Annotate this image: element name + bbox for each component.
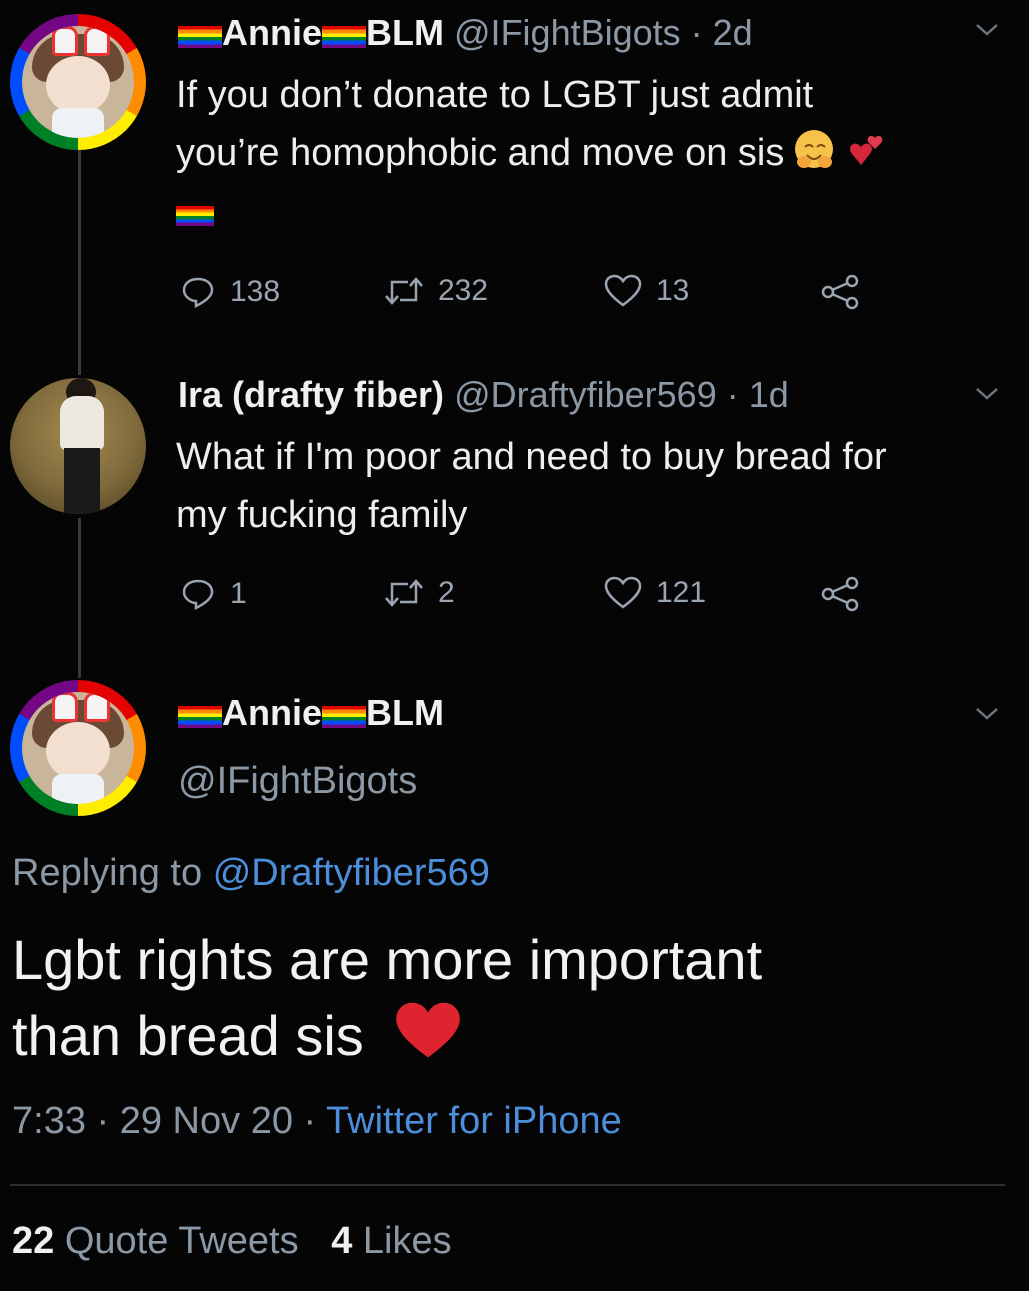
share-button[interactable] xyxy=(820,576,860,612)
quote-count: 22 xyxy=(12,1220,55,1262)
like-count: 13 xyxy=(656,274,690,307)
retweet-icon xyxy=(385,579,423,607)
client-link[interactable]: Twitter for iPhone xyxy=(326,1100,622,1142)
tweet-text: If you don’t donate to LGBT just admit y… xyxy=(176,66,887,240)
reply-button[interactable]: 138 xyxy=(180,274,280,310)
share-icon xyxy=(821,274,859,310)
user-handle[interactable]: @IFightBigots xyxy=(178,760,417,803)
reply-icon xyxy=(182,277,214,309)
author-name[interactable]: Annie BLM xyxy=(178,692,444,734)
tweet-text-line: Lgbt rights are more important xyxy=(12,928,763,991)
tweet-text-line: than bread sis xyxy=(12,1004,364,1067)
thread-line xyxy=(78,150,81,375)
avatar[interactable] xyxy=(10,680,146,816)
tweet-header: Annie BLM @IFightBigots · 2d xyxy=(178,12,753,54)
share-icon xyxy=(821,576,859,612)
avatar[interactable] xyxy=(10,378,146,514)
rainbow-flag-icon xyxy=(322,26,367,48)
avatar[interactable] xyxy=(10,14,146,150)
tweet-stats: 22 Quote Tweets 4 Likes xyxy=(12,1220,452,1263)
rainbow-flag-icon xyxy=(176,206,214,226)
like-button[interactable]: 13 xyxy=(604,274,689,308)
tweet-text-line: If you don’t donate to LGBT just admit xyxy=(176,74,814,116)
retweet-count: 232 xyxy=(438,274,489,307)
main-tweet-text: Lgbt rights are more important than brea… xyxy=(12,922,762,1080)
two-hearts-emoji-icon xyxy=(843,132,887,172)
divider xyxy=(10,1184,1005,1186)
heart-icon xyxy=(604,576,642,609)
share-button[interactable] xyxy=(820,274,860,310)
like-count: 121 xyxy=(656,576,707,609)
tweet-text-line: my fucking family xyxy=(176,494,468,536)
tweet-header: Ira (drafty fiber) @Draftyfiber569 · 1d xyxy=(178,374,789,416)
reply-icon xyxy=(182,579,214,611)
reply-count: 1 xyxy=(230,577,247,610)
tweet-age: · 1d xyxy=(726,374,789,415)
quote-tweets-stat[interactable]: 22 Quote Tweets xyxy=(12,1220,299,1262)
like-button[interactable]: 121 xyxy=(604,576,706,610)
retweet-button[interactable]: 232 xyxy=(384,274,488,308)
display-name[interactable]: Annie xyxy=(222,692,322,733)
tweet-age: · 2d xyxy=(690,12,753,53)
tweet-timestamp: 7:33 · 29 Nov 20 · Twitter for iPhone xyxy=(12,1100,622,1143)
hugging-face-emoji-icon xyxy=(794,130,833,168)
likes-stat[interactable]: 4 Likes xyxy=(331,1220,451,1262)
replying-to: Replying to @Draftyfiber569 xyxy=(12,852,490,895)
replying-to-link[interactable]: @Draftyfiber569 xyxy=(213,852,490,894)
retweet-count: 2 xyxy=(438,576,455,609)
rainbow-flag-icon xyxy=(322,706,367,728)
retweet-button[interactable]: 2 xyxy=(384,576,455,610)
chevron-down-icon[interactable] xyxy=(975,386,998,408)
rainbow-flag-icon xyxy=(178,706,222,728)
chevron-down-icon[interactable] xyxy=(975,22,998,44)
tweet-text-line: you’re homophobic and move on sis xyxy=(176,132,785,174)
rainbow-flag-icon xyxy=(178,26,222,48)
reply-count: 138 xyxy=(230,275,281,308)
user-handle[interactable]: @IFightBigots xyxy=(454,12,681,53)
red-heart-emoji-icon xyxy=(393,1001,463,1080)
likes-label: Likes xyxy=(362,1220,452,1262)
tweet-text-line: What if I'm poor and need to buy bread f… xyxy=(176,436,887,478)
replying-prefix: Replying to xyxy=(12,852,203,894)
like-total: 4 xyxy=(331,1220,353,1262)
heart-icon xyxy=(604,274,642,307)
display-name[interactable]: Ira (drafty fiber) xyxy=(178,374,444,415)
user-handle[interactable]: @Draftyfiber569 xyxy=(454,374,717,415)
tweet-text: What if I'm poor and need to buy bread f… xyxy=(176,428,887,544)
reply-button[interactable]: 1 xyxy=(180,576,247,612)
timestamp[interactable]: 7:33 · 29 Nov 20 · xyxy=(12,1100,316,1142)
chevron-down-icon[interactable] xyxy=(975,706,998,728)
quote-label: Quote Tweets xyxy=(64,1220,299,1262)
display-name-suffix[interactable]: BLM xyxy=(366,692,444,733)
retweet-icon xyxy=(385,277,423,305)
display-name[interactable]: Annie xyxy=(222,12,322,53)
thread-line xyxy=(78,518,81,678)
display-name-suffix[interactable]: BLM xyxy=(366,12,444,53)
